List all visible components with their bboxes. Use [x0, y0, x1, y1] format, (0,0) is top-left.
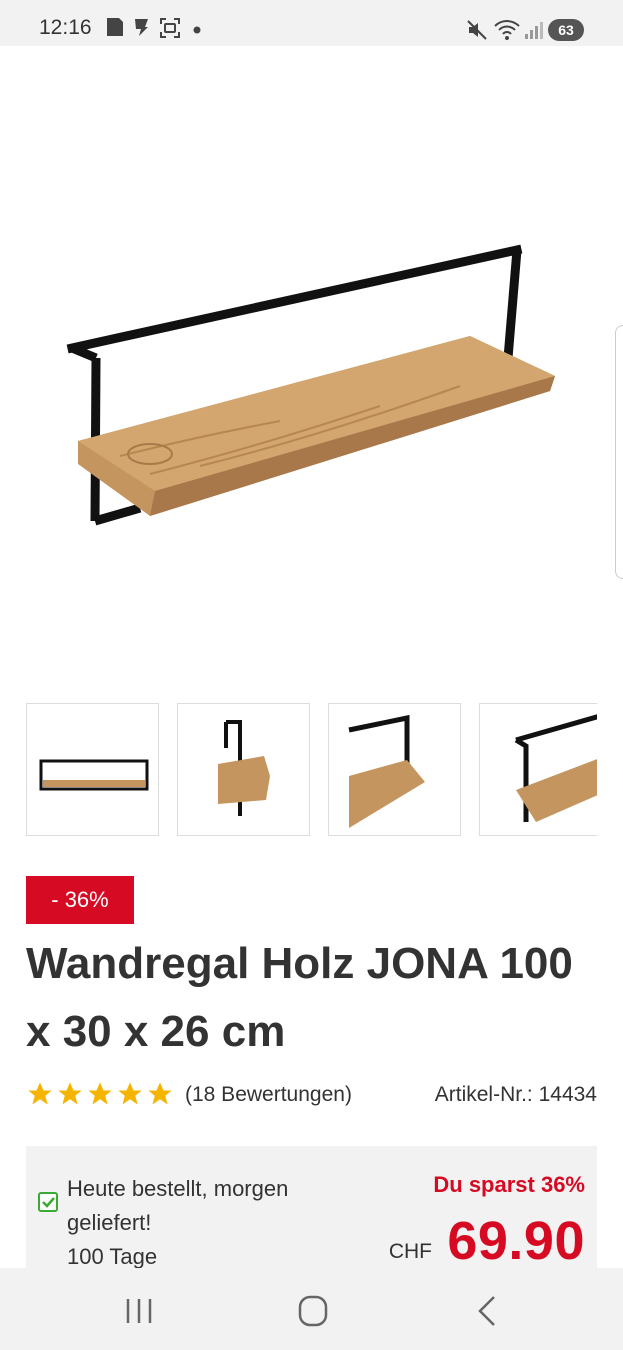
screenshot-icon — [160, 18, 180, 38]
article-number: Artikel-Nr.: 14434 — [434, 1083, 597, 1106]
signal-icon — [525, 22, 543, 39]
star-rating[interactable] — [26, 1080, 174, 1110]
status-bar: 12:16 63 — [0, 0, 623, 46]
status-time: 12:16 — [39, 16, 92, 39]
product-hero-image[interactable] — [0, 46, 623, 696]
thumbnail-side-image — [218, 720, 270, 816]
delivery-info: Heute bestellt, morgen geliefert! — [67, 1176, 289, 1235]
currency-label: CHF — [388, 1240, 432, 1263]
battery-indicator: 63 — [548, 19, 584, 41]
system-nav-bar — [0, 1268, 623, 1350]
home-icon[interactable] — [293, 1294, 333, 1328]
product-title: Wandregal Holz JONA 100 x 30 x 26 cm — [26, 939, 573, 1056]
thumbnail-1[interactable] — [26, 703, 159, 836]
discount-badge: - 36% — [26, 876, 134, 924]
savings-label: Du sparst 36% — [433, 1172, 585, 1197]
dot-icon — [193, 26, 201, 34]
thumbnail-angled-image — [514, 714, 597, 822]
wifi-icon — [494, 20, 520, 40]
wall-shelf-image — [66, 244, 555, 526]
scroll-handle[interactable] — [615, 325, 623, 579]
app-icon — [135, 19, 148, 36]
thumbnail-3[interactable] — [328, 703, 461, 836]
thumbnail-front-image — [39, 759, 149, 791]
returns-info: 100 Tage — [67, 1244, 158, 1268]
back-icon[interactable] — [468, 1294, 508, 1328]
gallery-icon — [107, 18, 123, 36]
thumbnail-corner-image — [348, 714, 425, 828]
thumbnail-2[interactable] — [177, 703, 310, 836]
star-icon — [148, 1082, 172, 1105]
recent-apps-icon[interactable] — [119, 1294, 159, 1328]
thumbnail-4[interactable] — [479, 703, 597, 836]
delivery-price-box: Heute bestellt, morgen geliefert! 100 Ta… — [26, 1146, 597, 1268]
reviews-link[interactable]: (18 Bewertungen) — [185, 1083, 352, 1107]
star-icon — [28, 1082, 52, 1105]
rating-row: (18 Bewertungen) Artikel-Nr.: 14434 — [26, 1078, 597, 1112]
thumbnail-strip[interactable] — [26, 703, 597, 836]
price: 69.90 — [447, 1211, 585, 1268]
check-icon — [38, 1192, 58, 1212]
star-icon — [58, 1082, 82, 1105]
star-icon — [88, 1082, 112, 1105]
mute-icon — [467, 20, 487, 40]
star-icon — [118, 1082, 142, 1105]
